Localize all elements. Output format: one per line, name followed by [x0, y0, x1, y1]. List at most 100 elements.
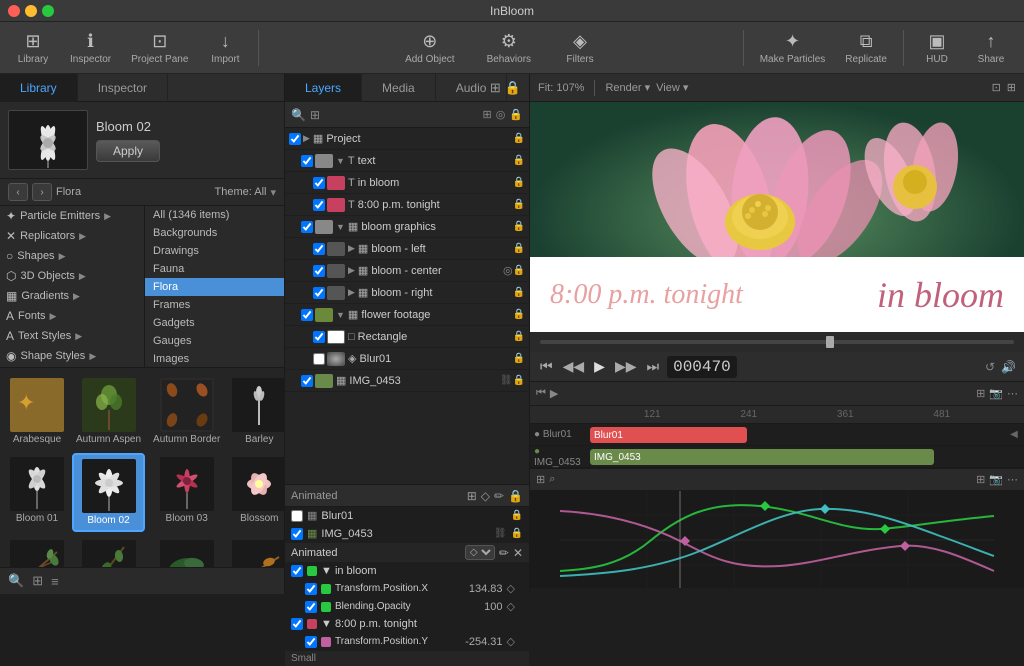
anim-transform-y-checkbox[interactable] — [305, 636, 317, 648]
layer-rectangle-checkbox[interactable] — [313, 331, 325, 343]
toolbar-make-particles[interactable]: ✦ Make Particles — [752, 27, 834, 69]
layer-bloom-graphics-checkbox[interactable] — [301, 221, 313, 233]
subcat-frames[interactable]: Frames — [145, 296, 284, 314]
anim-8pm-checkbox[interactable] — [291, 618, 303, 630]
anim-blending-diamond[interactable]: ◇ — [507, 600, 515, 613]
tracks-options[interactable]: ⊞ — [976, 387, 985, 400]
track-blur01-clip[interactable]: Blur01 — [590, 427, 747, 443]
category-text-styles[interactable]: A Text Styles ▶ — [0, 326, 144, 346]
anim-img-lock[interactable]: 🔒 — [511, 528, 523, 539]
curve-fit-button[interactable]: ⊞ — [536, 473, 545, 486]
anim-blur01-checkbox[interactable] — [291, 510, 303, 522]
toolbar-library[interactable]: ⊞ Library — [8, 27, 58, 69]
subcat-gadgets[interactable]: Gadgets — [145, 314, 284, 332]
subcat-drawings[interactable]: Drawings — [145, 242, 284, 260]
toolbar-behaviors[interactable]: ⚙ Behaviors — [479, 27, 539, 69]
layer-bloom-center-checkbox[interactable] — [313, 265, 325, 277]
playhead[interactable] — [826, 336, 834, 348]
layer-8pm-lock[interactable]: 🔒 — [513, 199, 525, 210]
layer-blur01-checkbox[interactable] — [313, 353, 325, 365]
thumb-arabesque[interactable]: ✦ Arabesque — [6, 374, 68, 449]
layer-blur01[interactable]: ◈ Blur01 🔒 — [285, 348, 529, 370]
category-gradients[interactable]: ▦ Gradients ▶ — [0, 286, 144, 306]
category-shapes[interactable]: ○ Shapes ▶ — [0, 246, 144, 266]
layer-bloom-right[interactable]: ▶ ▦ bloom - right 🔒 — [285, 282, 529, 304]
layer-flower-footage[interactable]: ▼ ▦ flower footage 🔒 — [285, 304, 529, 326]
maximize-button[interactable] — [42, 5, 54, 17]
split-button[interactable]: ⊞ — [1007, 81, 1016, 94]
tracks-skip-start[interactable]: ⏮ — [536, 387, 546, 400]
fit-label[interactable]: Fit: 107% — [538, 82, 584, 94]
layers-search-icon[interactable]: 🔍 — [291, 108, 306, 122]
minimize-button[interactable] — [25, 5, 37, 17]
category-shape-styles[interactable]: ◉ Shape Styles ▶ — [0, 346, 144, 366]
thumb-branch-03[interactable]: Branch 03 — [149, 536, 224, 567]
animated-edit-icon[interactable]: ✏ — [499, 546, 509, 560]
layer-project-checkbox[interactable] — [289, 133, 301, 145]
anim-transform-x-diamond[interactable]: ◇ — [507, 582, 515, 595]
layer-bloom-center[interactable]: ▶ ▦ bloom - center ◎ 🔒 — [285, 260, 529, 282]
list-view-button[interactable]: ≡ — [49, 572, 61, 591]
nav-forward-button[interactable]: › — [32, 183, 52, 201]
layer-in-bloom[interactable]: T in bloom 🔒 — [285, 172, 529, 194]
playback-scrubber[interactable] — [530, 332, 1024, 352]
close-button[interactable] — [8, 5, 20, 17]
thumb-branch-04[interactable]: Branch 04 — [228, 536, 284, 567]
curve-more[interactable]: ⋯ — [1007, 473, 1018, 486]
tab-inspector[interactable]: Inspector — [78, 74, 168, 102]
tab-media[interactable]: Media — [362, 74, 436, 102]
layer-lock-icon[interactable]: 🔒 — [513, 133, 525, 144]
category-particle-emitters[interactable]: ✦ Particle Emitters ▶ — [0, 206, 144, 226]
fullscreen-button[interactable]: ⊡ — [992, 81, 1001, 94]
anim-in-bloom-checkbox[interactable] — [291, 565, 303, 577]
apply-button[interactable]: Apply — [96, 140, 160, 162]
layer-expand-icon[interactable]: ▼ — [336, 310, 345, 320]
timeline-options[interactable]: ⊞ — [467, 489, 477, 503]
thumb-bloom-02[interactable]: Bloom 02 — [72, 453, 145, 532]
category-3d-objects[interactable]: ⬡ 3D Objects ▶ — [0, 266, 144, 286]
view-button[interactable]: View ▾ — [656, 81, 688, 94]
render-button[interactable]: Render ▾ — [605, 81, 650, 94]
animated-close-icon[interactable]: ✕ — [513, 546, 523, 560]
subcat-all[interactable]: All (1346 items) — [145, 206, 284, 224]
window-controls[interactable] — [8, 5, 54, 17]
layer-img-checkbox[interactable] — [301, 375, 313, 387]
timeline-keyframe[interactable]: ◇ — [481, 489, 490, 503]
curve-options[interactable]: ⊞ — [976, 473, 985, 486]
anim-blur01-lock[interactable]: 🔒 — [511, 510, 523, 521]
layer-text-lock[interactable]: 🔒 — [513, 155, 525, 166]
layer-expand-icon[interactable]: ▼ — [336, 222, 345, 232]
layer-text-checkbox[interactable] — [301, 155, 313, 167]
layer-8pm-checkbox[interactable] — [313, 199, 325, 211]
timeline-lock[interactable]: 🔒 — [508, 489, 523, 503]
thumb-bloom-01[interactable]: Bloom 01 — [6, 453, 68, 532]
layer-blur01-lock[interactable]: 🔒 — [513, 353, 525, 364]
layer-text-group[interactable]: ▼ T text 🔒 — [285, 150, 529, 172]
layer-8pm[interactable]: T 8:00 p.m. tonight 🔒 — [285, 194, 529, 216]
tracks-more[interactable]: ⋯ — [1007, 387, 1018, 400]
thumb-blossom[interactable]: Blossom — [228, 453, 284, 532]
subcat-flora[interactable]: Flora — [145, 278, 284, 296]
layer-bloom-right-lock[interactable]: 🔒 — [513, 287, 525, 298]
layers-lock2-icon[interactable]: 🔒 — [509, 108, 523, 121]
curve-camera[interactable]: 📷 — [989, 473, 1003, 486]
thumb-barley[interactable]: Barley — [228, 374, 284, 449]
layers-grid-icon[interactable]: ⊞ — [310, 108, 320, 122]
fast-forward-button[interactable]: ▶▶ — [613, 356, 639, 377]
skip-forward-button[interactable]: ⏭ — [644, 356, 661, 377]
subcat-backgrounds[interactable]: Backgrounds — [145, 224, 284, 242]
toolbar-inspector[interactable]: ℹ Inspector — [62, 27, 119, 69]
anim-transform-y-diamond[interactable]: ◇ — [507, 635, 515, 648]
loop-button[interactable]: ↺ — [985, 360, 995, 374]
toolbar-project-pane[interactable]: ⊡ Project Pane — [123, 27, 196, 69]
timeline-pencil[interactable]: ✏ — [494, 489, 504, 503]
track-img-clip[interactable]: IMG_0453 — [590, 449, 934, 465]
tab-library[interactable]: Library — [0, 74, 78, 102]
layer-expand-icon[interactable]: ▶ — [303, 133, 310, 144]
thumb-branch-01[interactable]: Branch 01 — [6, 536, 68, 567]
category-replicators[interactable]: ✕ Replicators ▶ — [0, 226, 144, 246]
layer-inbloom-lock[interactable]: 🔒 — [513, 177, 525, 188]
toolbar-share[interactable]: ↑ Share — [966, 27, 1016, 69]
subcat-gauges[interactable]: Gauges — [145, 332, 284, 350]
layers-menu-button[interactable]: ⊞ — [490, 80, 501, 96]
